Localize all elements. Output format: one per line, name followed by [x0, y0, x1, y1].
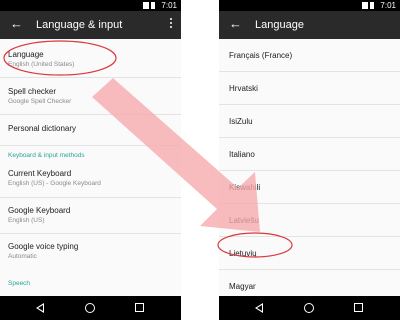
item-primary: Google voice typing [8, 242, 79, 251]
language-label: Français (France) [229, 51, 293, 60]
status-bar: 7:01 [219, 0, 400, 11]
item-primary: Language [8, 50, 44, 59]
app-bar: ← Language & input [0, 11, 181, 39]
language-label: Magyar [229, 282, 256, 291]
item-primary: Google Keyboard [8, 206, 71, 215]
spell-checker-setting[interactable]: Spell checker Google Spell Checker [0, 78, 181, 115]
status-icons [141, 2, 155, 9]
left-screen: 7:01 ← Language & input Language English… [0, 0, 181, 320]
item-primary: Current Keyboard [8, 169, 72, 178]
google-keyboard-setting[interactable]: Google Keyboard English (US) [0, 198, 181, 234]
back-arrow-icon[interactable]: ← [229, 17, 242, 31]
current-keyboard-setting[interactable]: Current Keyboard English (US) - Google K… [0, 162, 181, 198]
item-primary: Personal dictionary [8, 124, 77, 133]
language-option[interactable]: Kiswahili [219, 171, 400, 204]
google-voice-typing-setting[interactable]: Google voice typing Automatic [0, 234, 181, 270]
language-label: Latviešu [229, 216, 259, 225]
nav-back-icon[interactable] [36, 303, 44, 313]
item-secondary: English (US) - Google Keyboard [8, 180, 101, 187]
navigation-bar [219, 296, 400, 320]
more-vert-icon[interactable] [169, 18, 173, 32]
app-bar: ← Language [219, 11, 400, 39]
status-icons [360, 2, 374, 9]
language-option[interactable]: IsiZulu [219, 105, 400, 138]
personal-dictionary-setting[interactable]: Personal dictionary [0, 115, 181, 146]
language-label: Hrvatski [229, 84, 258, 93]
language-label: Lietuvių [229, 249, 257, 258]
language-label: IsiZulu [229, 117, 253, 126]
signal-icon [362, 2, 368, 9]
battery-icon [370, 2, 374, 9]
language-setting[interactable]: Language English (United States) [0, 39, 181, 78]
status-time: 7:01 [380, 1, 396, 10]
status-bar: 7:01 [0, 0, 181, 11]
language-option[interactable]: Italiano [219, 138, 400, 171]
item-primary: Spell checker [8, 87, 57, 96]
item-secondary: English (United States) [8, 61, 75, 68]
battery-icon [151, 2, 155, 9]
nav-home-icon[interactable] [85, 303, 95, 313]
nav-home-icon[interactable] [304, 303, 314, 313]
nav-recents-icon[interactable] [135, 303, 144, 312]
section-speech: Speech [8, 280, 31, 287]
signal-icon [143, 2, 149, 9]
item-secondary: Google Spell Checker [8, 98, 72, 105]
nav-back-icon[interactable] [255, 303, 263, 313]
page-title: Language [255, 19, 304, 31]
language-option-lietuviu[interactable]: Lietuvių [219, 237, 400, 270]
language-option[interactable]: Hrvatski [219, 72, 400, 105]
language-label: Kiswahili [229, 183, 261, 192]
back-arrow-icon[interactable]: ← [10, 17, 23, 31]
page-title: Language & input [36, 19, 123, 31]
item-secondary: Automatic [8, 253, 37, 260]
language-label: Italiano [229, 150, 255, 159]
language-option[interactable]: Latviešu [219, 204, 400, 237]
status-time: 7:01 [161, 1, 177, 10]
language-option[interactable]: Français (France) [219, 39, 400, 72]
item-secondary: English (US) [8, 217, 45, 224]
navigation-bar [0, 296, 181, 320]
right-screen: 7:01 ← Language Français (France) Hrvats… [219, 0, 400, 320]
section-keyboard-input: Keyboard & input methods [8, 152, 85, 159]
nav-recents-icon[interactable] [354, 303, 363, 312]
